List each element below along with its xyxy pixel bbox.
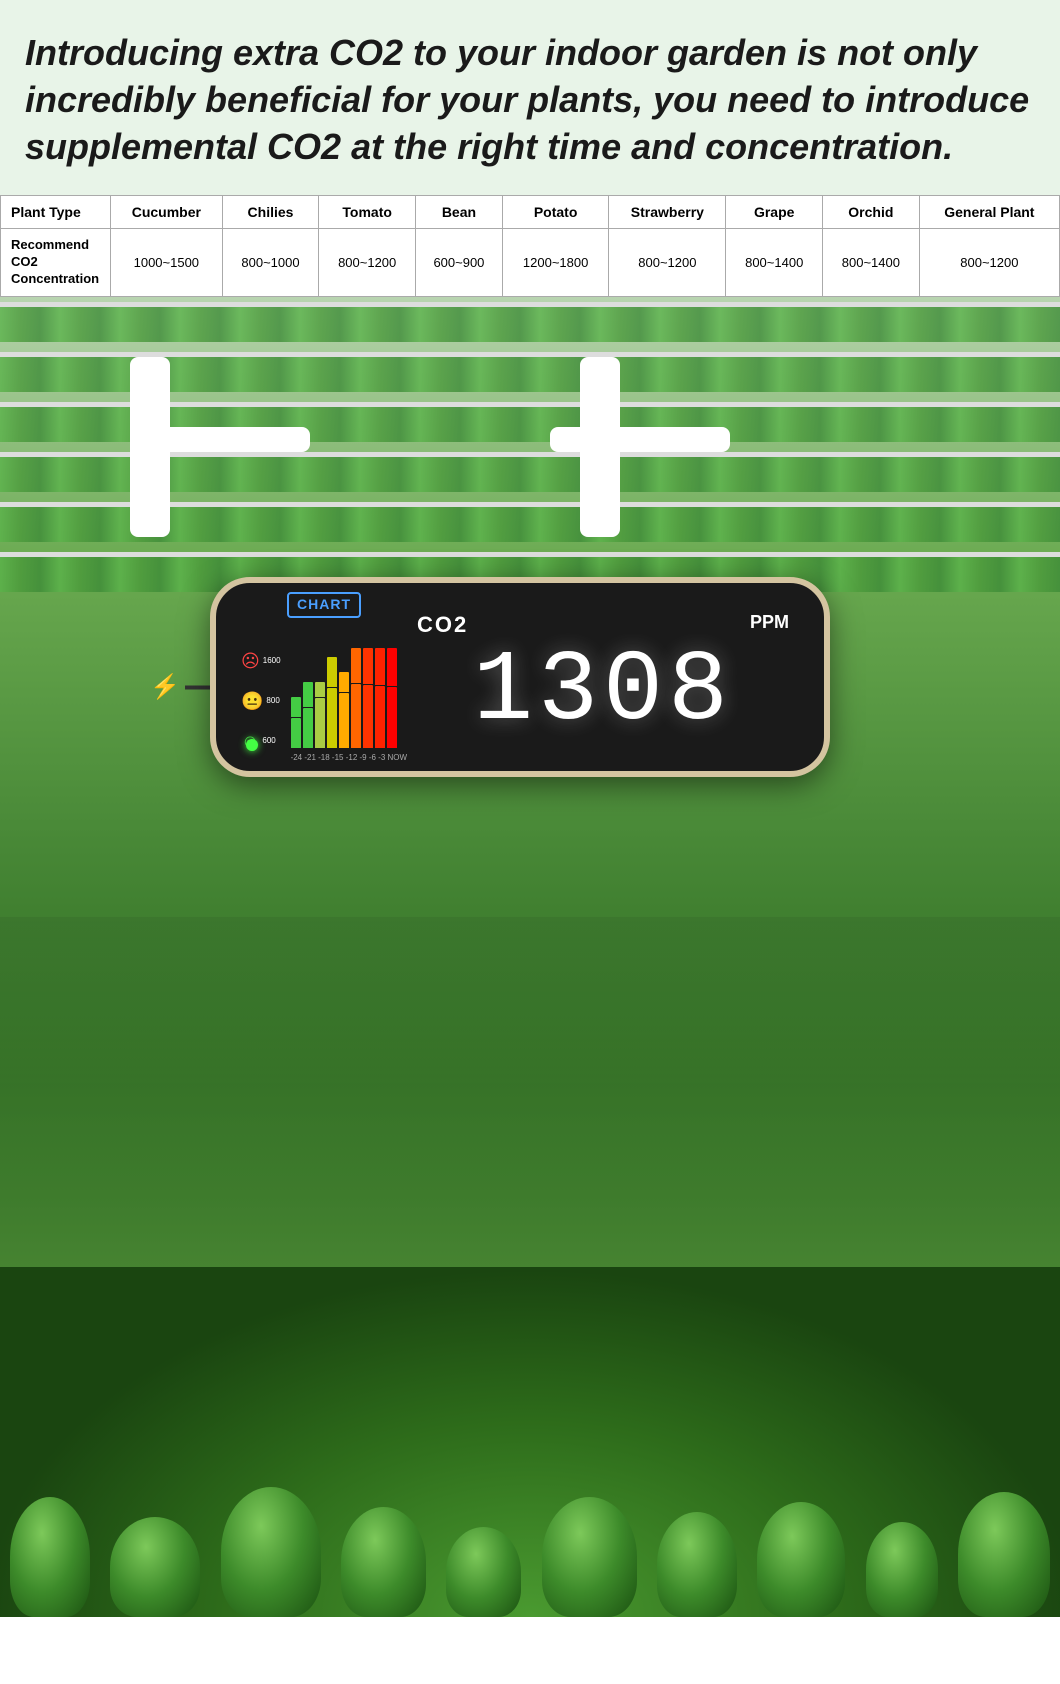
bar-col-2 (303, 648, 313, 748)
chart-area: CHART ☹ 1600 😐 800 ☺ (241, 592, 407, 762)
cell-orchid: 800~1400 (823, 229, 920, 297)
lettuce-8 (757, 1502, 845, 1617)
bar-6b (351, 684, 361, 748)
col-chilies: Chilies (222, 196, 319, 229)
robot-arm-horizontal-1 (130, 427, 310, 452)
lettuce-9 (866, 1522, 938, 1617)
bar-col-6 (351, 648, 361, 748)
smiley-neutral-icon: 😐 (241, 692, 263, 710)
bar-col-1 (291, 648, 301, 748)
row-label: Recommend CO2Concentration (1, 229, 111, 297)
co2-table: Plant Type Cucumber Chilies Tomato Bean … (0, 195, 1060, 297)
lettuce-6 (542, 1497, 637, 1617)
bottom-garden (0, 917, 1060, 1617)
lettuce-10 (958, 1492, 1050, 1617)
cell-bean: 600~900 (416, 229, 503, 297)
bar-7b (363, 685, 373, 748)
bar-3b (315, 698, 325, 748)
bar-col-8 (375, 648, 385, 748)
table-header-row: Plant Type Cucumber Chilies Tomato Bean … (1, 196, 1060, 229)
usb-icon: ⚡ (150, 673, 180, 702)
col-potato: Potato (502, 196, 609, 229)
bar-5 (339, 672, 349, 692)
bar-3 (315, 682, 325, 697)
led-indicator (246, 739, 258, 751)
chart-label: CHART (297, 596, 351, 612)
cell-strawberry: 800~1200 (609, 229, 726, 297)
bar-4 (327, 657, 337, 687)
cell-tomato: 800~1200 (319, 229, 416, 297)
robot-arm-horizontal-2 (550, 427, 730, 452)
lettuce-4 (341, 1507, 426, 1617)
col-bean: Bean (416, 196, 503, 229)
cell-chilies: 800~1000 (222, 229, 319, 297)
col-plant-type: Plant Type (1, 196, 111, 229)
bar-1 (291, 697, 301, 717)
bar-7 (363, 648, 373, 684)
bar-col-7 (363, 648, 373, 748)
bar-col-4 (327, 648, 337, 748)
device-container: ⚡ CHART ☹ 1600 😐 (210, 577, 850, 797)
cell-grape: 800~1400 (726, 229, 823, 297)
lettuce-plants-row (0, 1487, 1060, 1617)
col-strawberry: Strawberry (609, 196, 726, 229)
bar-5b (339, 693, 349, 748)
lettuce-1 (10, 1497, 90, 1617)
cell-cucumber: 1000~1500 (111, 229, 223, 297)
chart-label-box: CHART (287, 592, 361, 618)
chart-x-labels: -24 -21 -18 -15 -12 -9 -6 -3 NOW (291, 753, 407, 762)
col-tomato: Tomato (319, 196, 416, 229)
bar-2b (303, 708, 313, 748)
rack-plants-1 (0, 307, 1060, 342)
col-orchid: Orchid (823, 196, 920, 229)
co2-label: CO2 (417, 612, 468, 638)
co2-reading-area: CO2 PPM 1308 (407, 592, 799, 762)
bar-col-9 (387, 648, 397, 748)
lettuce-7 (657, 1512, 737, 1617)
bar-9 (387, 648, 397, 686)
co2-header: CO2 PPM (407, 612, 799, 638)
device-body: CHART ☹ 1600 😐 800 ☺ (210, 577, 830, 777)
garden-background: ⚡ CHART ☹ 1600 😐 (0, 297, 1060, 1617)
smiley-red-label: 1600 (263, 656, 281, 665)
smiley-line-yellow: 😐 800 (241, 692, 281, 710)
bar-9b (387, 687, 397, 748)
smiley-line-red: ☹ 1600 (241, 652, 281, 670)
lettuce-2 (110, 1517, 200, 1617)
cell-general: 800~1200 (919, 229, 1059, 297)
bar-6 (351, 648, 361, 683)
lettuce-3 (221, 1487, 321, 1617)
bar-2 (303, 682, 313, 707)
smiley-chart-container: ☹ 1600 😐 800 ☺ 600 (241, 626, 407, 762)
bar-col-5 (339, 648, 349, 748)
col-grape: Grape (726, 196, 823, 229)
bar-8b (375, 686, 385, 748)
bar-4b (327, 688, 337, 748)
header-title: Introducing extra CO2 to your indoor gar… (25, 30, 1035, 170)
smiley-green-label: 600 (262, 736, 275, 745)
ppm-label: PPM (750, 612, 789, 633)
table-section: Plant Type Cucumber Chilies Tomato Bean … (0, 195, 1060, 297)
bar-chart (291, 628, 407, 748)
bar-8 (375, 648, 385, 685)
cell-potato: 1200~1800 (502, 229, 609, 297)
col-cucumber: Cucumber (111, 196, 223, 229)
bar-col-3 (315, 648, 325, 748)
col-general: General Plant (919, 196, 1059, 229)
co2-value: 1308 (473, 643, 733, 743)
table-data-row: Recommend CO2Concentration 1000~1500 800… (1, 229, 1060, 297)
bar-1b (291, 718, 301, 748)
bar-chart-wrapper: -24 -21 -18 -15 -12 -9 -6 -3 NOW (291, 628, 407, 762)
lettuce-5 (446, 1527, 521, 1617)
smiley-unhappy-icon: ☹ (241, 652, 260, 670)
smiley-yellow-label: 800 (266, 696, 279, 705)
header-section: Introducing extra CO2 to your indoor gar… (0, 0, 1060, 195)
